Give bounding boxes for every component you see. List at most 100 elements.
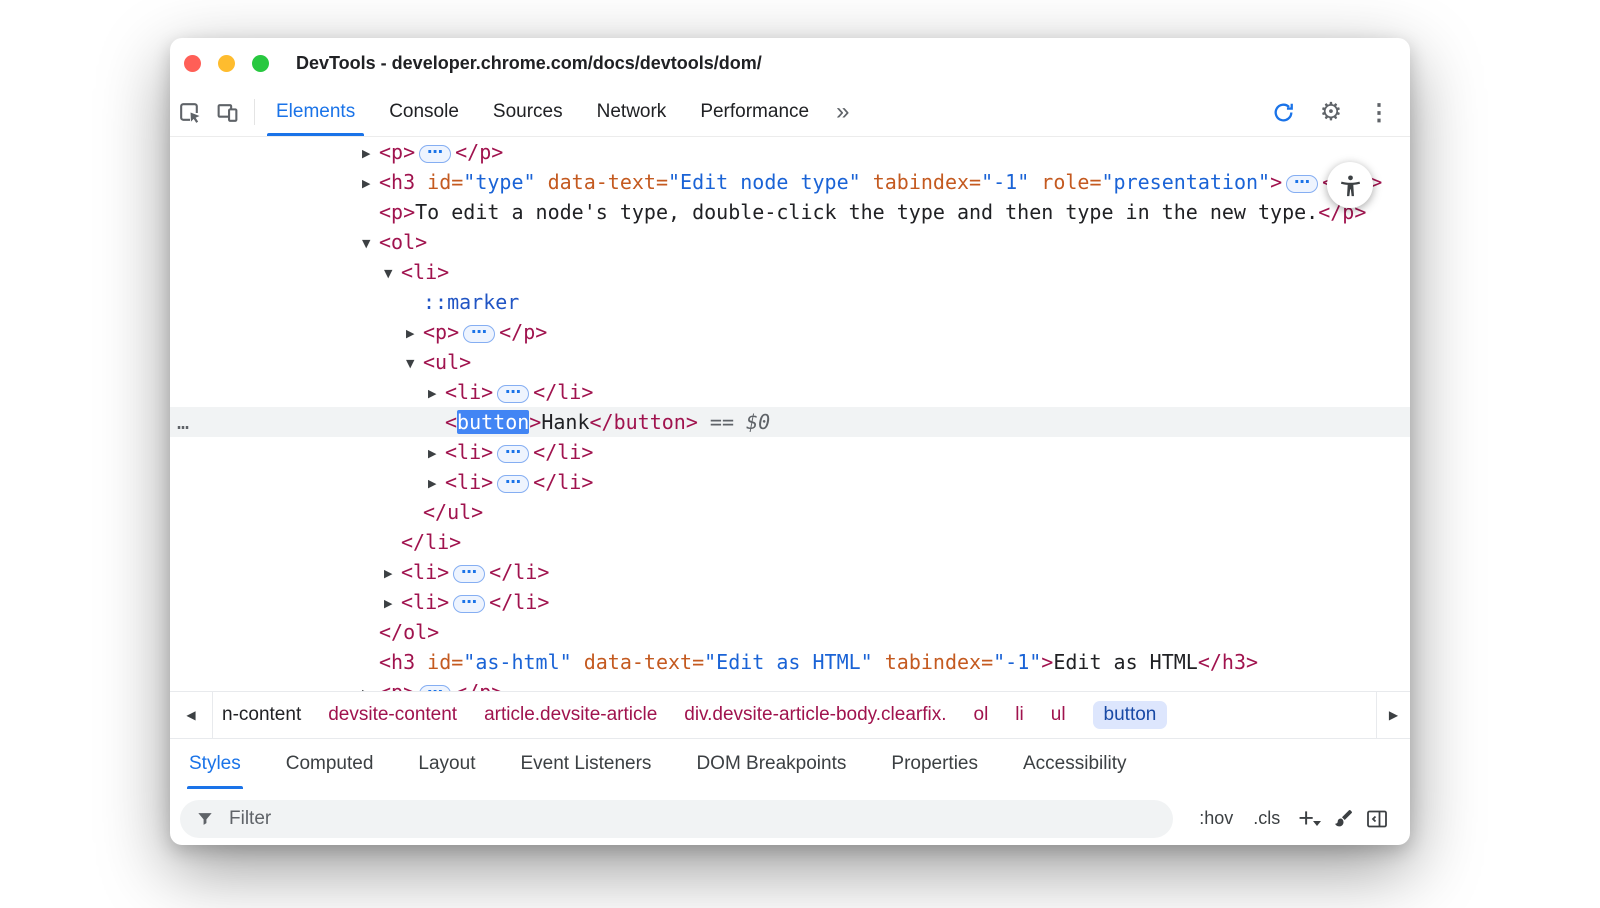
tree-row[interactable]: </ul> xyxy=(170,497,1410,527)
tab-properties[interactable]: Properties xyxy=(891,739,978,789)
ellipsis-pill[interactable]: ⋯ xyxy=(453,595,485,613)
code-token: </li> xyxy=(533,380,593,404)
ellipsis-pill[interactable]: ⋯ xyxy=(419,685,451,691)
tree-row[interactable]: </li> xyxy=(170,527,1410,557)
tab-dom-breakpoints[interactable]: DOM Breakpoints xyxy=(696,739,846,789)
breadcrumb-scroll-right-button[interactable]: ▶ xyxy=(1376,692,1410,738)
tree-row[interactable]: ▶<li>⋯</li> xyxy=(170,467,1410,497)
ellipsis-pill[interactable]: ⋯ xyxy=(453,565,485,583)
tab-performance[interactable]: Performance xyxy=(683,88,826,136)
toggle-element-state-button[interactable]: :hov xyxy=(1199,808,1233,829)
tree-row[interactable]: ::marker xyxy=(170,287,1410,317)
code-token: $0 xyxy=(746,410,770,434)
minimize-button[interactable] xyxy=(218,55,235,72)
tab-computed[interactable]: Computed xyxy=(286,739,374,789)
disclosure-arrow-icon[interactable]: ▶ xyxy=(428,439,445,469)
ellipsis-pill[interactable]: ⋯ xyxy=(1286,175,1318,193)
disclosure-arrow-icon[interactable]: ▶ xyxy=(362,139,379,169)
disclosure-arrow-icon[interactable]: ▶ xyxy=(428,469,445,499)
tree-row[interactable]: ▶<p> ⋯ </p> xyxy=(170,677,1410,691)
tab-network[interactable]: Network xyxy=(580,88,684,136)
tree-row[interactable]: ▶<p>⋯</p> xyxy=(170,317,1410,347)
breadcrumb-item-selected[interactable]: button xyxy=(1093,701,1168,729)
code-token: <p> xyxy=(423,320,459,344)
tab-event-listeners[interactable]: Event Listeners xyxy=(520,739,651,789)
titlebar: DevTools - developer.chrome.com/docs/dev… xyxy=(170,38,1410,88)
breadcrumb-item[interactable]: ol xyxy=(974,704,989,726)
tree-row[interactable]: ▼<li> xyxy=(170,257,1410,287)
tab-sources[interactable]: Sources xyxy=(476,88,580,136)
code-token: </p> xyxy=(455,680,503,691)
tab-styles[interactable]: Styles xyxy=(189,739,241,789)
row-menu-icon[interactable]: … xyxy=(177,407,190,437)
ellipsis-pill[interactable]: ⋯ xyxy=(497,445,529,463)
ellipsis-pill[interactable]: ⋯ xyxy=(463,325,495,343)
breadcrumb-scroll-left-button[interactable]: ◀ xyxy=(170,692,213,738)
tab-accessibility[interactable]: Accessibility xyxy=(1023,739,1126,789)
code-token: Edit as HTML xyxy=(1053,650,1198,674)
tree-row[interactable]: ▼<ol> xyxy=(170,227,1410,257)
breadcrumb-item[interactable]: n-content xyxy=(222,704,301,726)
ellipsis-pill[interactable]: ⋯ xyxy=(497,385,529,403)
code-token: id= xyxy=(415,650,463,674)
traffic-lights xyxy=(170,55,269,72)
filter-input-container[interactable] xyxy=(180,800,1173,838)
zoom-button[interactable] xyxy=(252,55,269,72)
disclosure-arrow-icon[interactable]: ▶ xyxy=(406,319,423,349)
tree-row[interactable]: ▶<li>⋯</li> xyxy=(170,437,1410,467)
tree-row[interactable]: ▶<li>⋯</li> xyxy=(170,377,1410,407)
breadcrumb-item[interactable]: ul xyxy=(1051,704,1066,726)
breadcrumb-item[interactable]: devsite-content xyxy=(328,704,457,726)
disclosure-arrow-icon[interactable]: ▼ xyxy=(384,259,401,289)
paint-brush-icon[interactable] xyxy=(1326,807,1360,831)
device-toolbar-icon[interactable] xyxy=(208,88,246,136)
code-token: </li> xyxy=(533,470,593,494)
tree-row[interactable]: ▶<p>⋯</p> xyxy=(170,137,1410,167)
window-title: DevTools - developer.chrome.com/docs/dev… xyxy=(296,53,762,74)
disclosure-arrow-icon[interactable]: ▶ xyxy=(362,679,379,691)
breadcrumb-item[interactable]: li xyxy=(1015,704,1023,726)
code-token: id= xyxy=(415,170,463,194)
refresh-icon[interactable] xyxy=(1264,100,1302,125)
code-token: <p> xyxy=(379,680,415,691)
panel-tabs: Elements Console Sources Network Perform… xyxy=(259,88,826,136)
toggle-sidebar-icon[interactable] xyxy=(1360,807,1394,831)
breadcrumb-bar: ◀ n-content devsite-content article.devs… xyxy=(170,691,1410,738)
tree-row[interactable]: ▶<h3 id="type" data-text="Edit node type… xyxy=(170,167,1410,197)
code-token: <p> xyxy=(379,140,415,164)
tree-row[interactable]: <p>To edit a node's type, double-click t… xyxy=(170,197,1410,227)
tree-row[interactable]: </ol> xyxy=(170,617,1410,647)
tree-row[interactable]: ▶<li>⋯</li> xyxy=(170,587,1410,617)
code-token: role= xyxy=(1029,170,1101,194)
kebab-menu-icon[interactable]: ⋮ xyxy=(1360,101,1398,124)
more-tabs-icon[interactable]: » xyxy=(826,88,859,136)
disclosure-arrow-icon[interactable]: ▶ xyxy=(362,169,379,199)
disclosure-arrow-icon[interactable]: ▼ xyxy=(406,349,423,379)
tree-row[interactable]: …<button>Hank</button> == $0 xyxy=(170,407,1410,437)
tree-row[interactable]: ▶<li>⋯</li> xyxy=(170,557,1410,587)
ellipsis-pill[interactable]: ⋯ xyxy=(419,145,451,163)
tab-console[interactable]: Console xyxy=(372,88,476,136)
tree-row[interactable]: ▼<ul> xyxy=(170,347,1410,377)
tab-layout[interactable]: Layout xyxy=(418,739,475,789)
disclosure-arrow-icon[interactable]: ▶ xyxy=(384,589,401,619)
filter-input[interactable] xyxy=(227,807,1158,831)
new-style-rule-button[interactable]: + xyxy=(1298,805,1314,832)
close-button[interactable] xyxy=(184,55,201,72)
breadcrumb-item[interactable]: article.devsite-article xyxy=(484,704,657,726)
tab-elements[interactable]: Elements xyxy=(259,88,372,136)
inspect-element-icon[interactable] xyxy=(170,88,208,136)
tree-row[interactable]: <h3 id="as-html" data-text="Edit as HTML… xyxy=(170,647,1410,677)
breadcrumb-item[interactable]: div.devsite-article-body.clearfix. xyxy=(684,704,946,726)
breadcrumb: n-content devsite-content article.devsit… xyxy=(213,692,1376,738)
styles-filter-row: :hov .cls + xyxy=(170,789,1410,845)
code-token: <li> xyxy=(445,380,493,404)
element-classes-button[interactable]: .cls xyxy=(1253,808,1280,829)
disclosure-arrow-icon[interactable]: ▶ xyxy=(428,379,445,409)
code-token: data-text= xyxy=(536,170,668,194)
accessibility-icon[interactable] xyxy=(1327,162,1373,208)
disclosure-arrow-icon[interactable]: ▶ xyxy=(384,559,401,589)
disclosure-arrow-icon[interactable]: ▼ xyxy=(362,229,379,259)
ellipsis-pill[interactable]: ⋯ xyxy=(497,475,529,493)
settings-gear-icon[interactable]: ⚙ xyxy=(1312,100,1350,125)
